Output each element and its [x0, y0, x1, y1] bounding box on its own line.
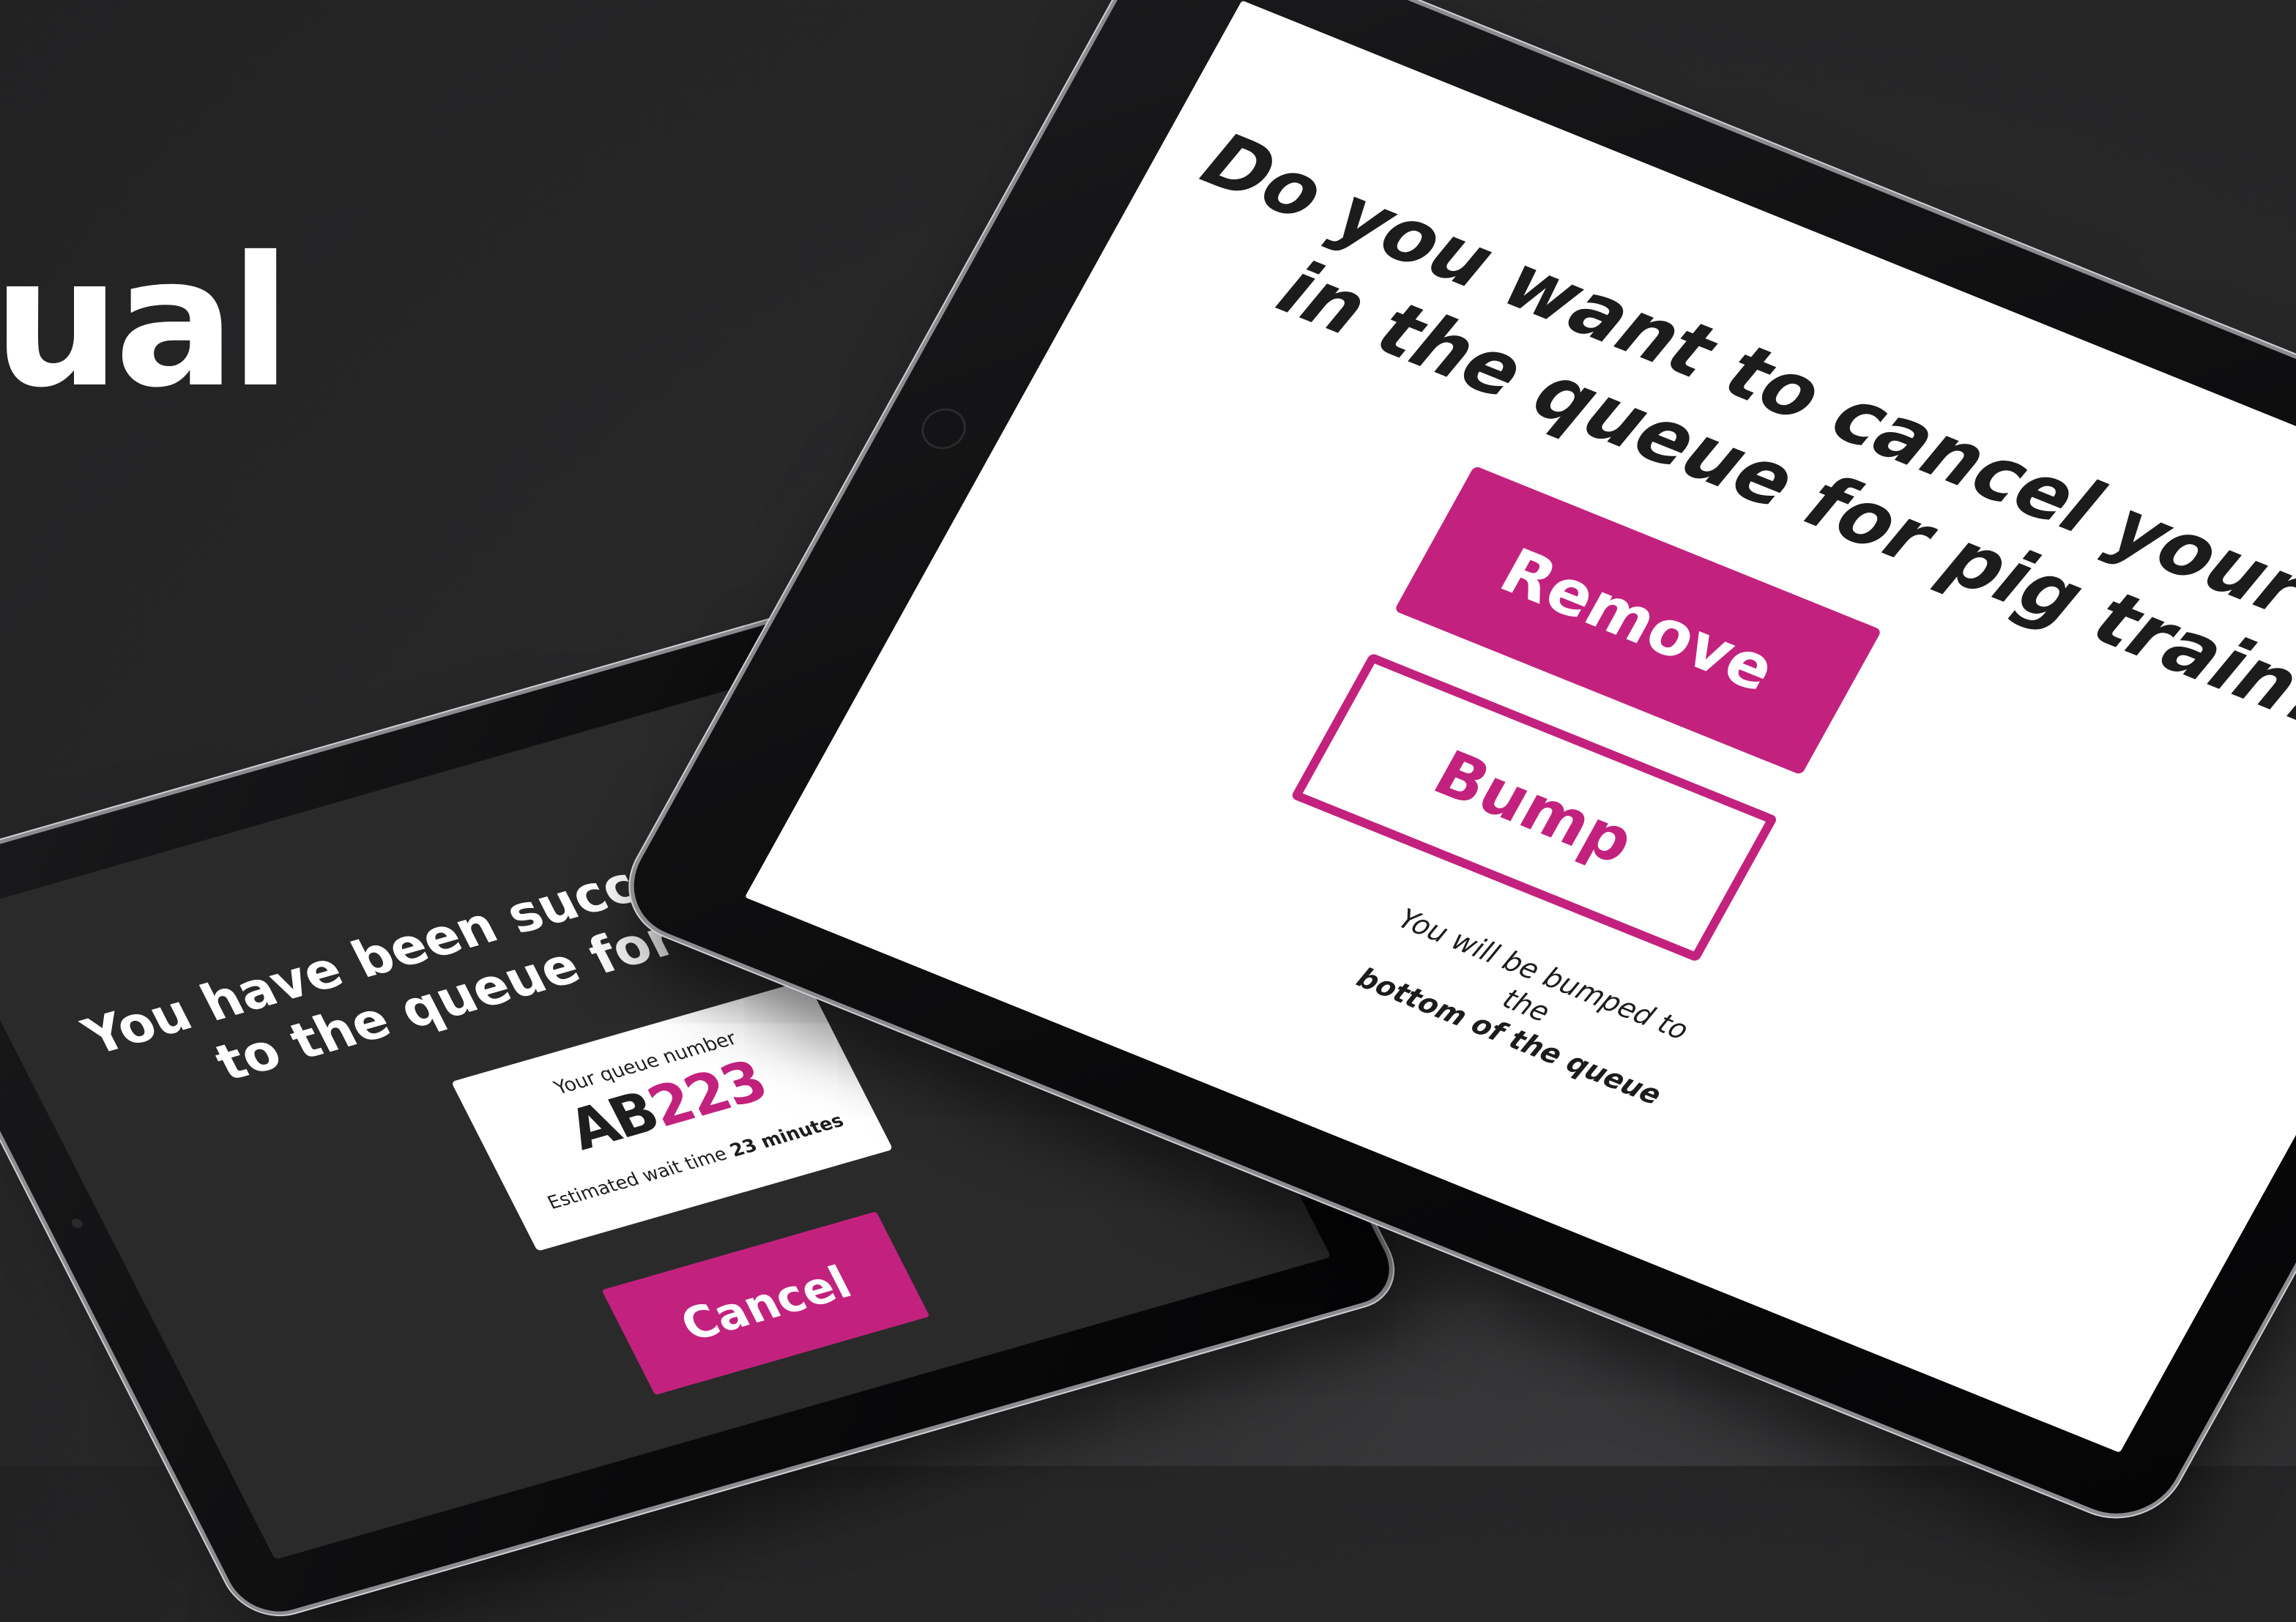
background-heading: ual [0, 218, 291, 427]
camera-dot-icon [70, 1217, 85, 1229]
home-button-icon[interactable] [913, 402, 974, 455]
cancel-button[interactable]: Cancel [601, 1211, 930, 1396]
queue-number-card: Your queue number AB223 Estimated wait t… [450, 980, 893, 1251]
